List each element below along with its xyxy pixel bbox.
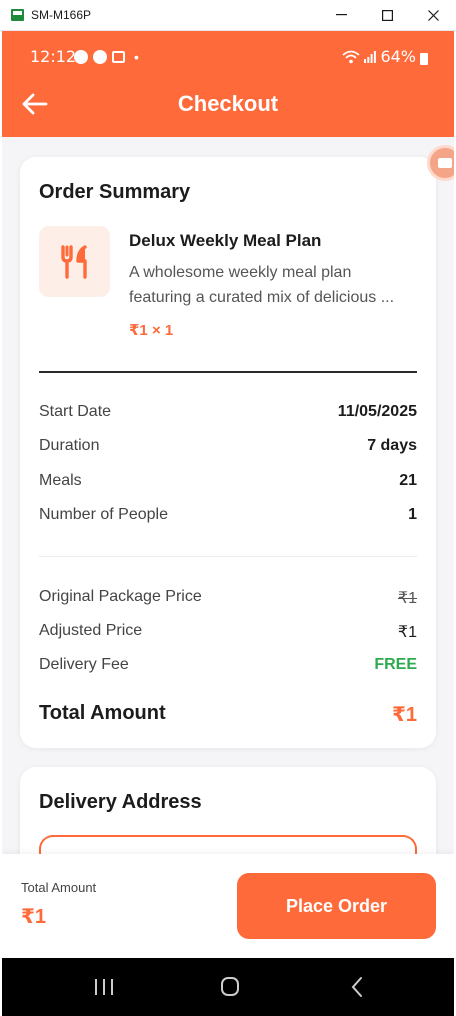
status-bar: 12:12 • 64%	[2, 45, 454, 69]
facebook-icon	[93, 50, 107, 64]
status-right: 64%	[342, 47, 428, 66]
detail-label: Duration	[39, 437, 100, 454]
signal-icon	[364, 50, 377, 63]
detail-row-meals: Meals 21	[39, 472, 417, 490]
gallery-icon	[112, 51, 125, 63]
page-title: Checkout	[177, 91, 279, 116]
meal-plan-price-qty: ₹1 × 1	[129, 322, 174, 339]
price-label: Original Package Price	[39, 588, 202, 605]
status-time: 12:12	[30, 47, 77, 66]
notification-icons: •	[74, 49, 139, 65]
divider	[39, 371, 417, 373]
minimize-button[interactable]	[318, 0, 364, 31]
meal-plan-name: Delux Weekly Meal Plan	[129, 231, 322, 250]
adjusted-price: ₹1	[397, 624, 417, 641]
window-title: SM-M166P	[31, 8, 92, 22]
detail-row-duration: Duration 7 days	[39, 437, 417, 455]
bottom-total-value: ₹1	[21, 906, 47, 928]
meal-plan-description-line: A wholesome weekly meal plan	[129, 264, 352, 281]
more-notifications-dot: •	[134, 49, 139, 65]
detail-row-start-date: Start Date 11/05/2025	[39, 403, 417, 421]
battery-percent: 64%	[380, 47, 416, 66]
facebook-icon	[74, 50, 88, 64]
app-icon	[11, 9, 24, 21]
price-label: Adjusted Price	[39, 622, 143, 639]
detail-value: 1	[408, 506, 417, 523]
price-row-adjusted: Adjusted Price ₹1	[39, 622, 417, 642]
meal-plan-thumbnail	[39, 226, 110, 297]
utensils-icon	[60, 244, 87, 279]
detail-label: Number of People	[39, 506, 168, 523]
phone-screen: 12:12 • 64% Checkout Order Summary Delux…	[2, 31, 454, 1016]
total-label: Total Amount	[39, 702, 166, 724]
detail-label: Meals	[39, 472, 82, 489]
delivery-address-title: Delivery Address	[39, 791, 202, 813]
maximize-button[interactable]	[364, 0, 410, 31]
recent-apps-icon[interactable]	[90, 976, 118, 998]
price-row-delivery: Delivery Fee FREE	[39, 656, 417, 674]
app-header: 12:12 • 64% Checkout	[2, 31, 454, 137]
back-nav-icon[interactable]	[344, 976, 372, 998]
total-value: ₹1	[391, 704, 417, 726]
price-row-original: Original Package Price ₹1	[39, 588, 417, 608]
wifi-icon	[342, 50, 361, 63]
delivery-fee: FREE	[374, 656, 417, 673]
checkout-bottom-bar: Total Amount ₹1 Place Order	[2, 854, 454, 958]
maximize-icon	[381, 9, 393, 21]
detail-value: 7 days	[367, 437, 417, 454]
place-order-button[interactable]: Place Order	[237, 873, 436, 939]
bottom-total-label: Total Amount	[21, 880, 97, 895]
close-button[interactable]	[410, 0, 456, 31]
order-summary-title: Order Summary	[39, 181, 191, 203]
meal-plan-description: A wholesome weekly meal plan featuring a…	[129, 260, 419, 310]
minimize-icon	[335, 14, 347, 16]
divider	[39, 556, 417, 557]
price-row-total: Total Amount ₹1	[39, 702, 417, 727]
detail-value: 11/05/2025	[337, 403, 417, 420]
order-summary-card: Order Summary Delux Weekly Meal Plan A w…	[20, 157, 436, 748]
price-label: Delivery Fee	[39, 656, 129, 673]
detail-row-people: Number of People 1	[39, 506, 417, 524]
battery-icon	[420, 52, 428, 65]
window-controls	[318, 0, 456, 31]
window-title-bar: SM-M166P	[0, 0, 456, 31]
detail-label: Start Date	[39, 403, 112, 420]
meal-plan-description-line: featuring a curated mix of delicious ...	[129, 289, 395, 306]
close-icon	[427, 9, 439, 21]
detail-value: 21	[399, 472, 417, 489]
screen: SM-M166P 12:12 • 64% Checkout Order Summ…	[0, 0, 456, 1016]
android-nav-bar	[2, 958, 454, 1016]
original-price: ₹1	[397, 590, 417, 607]
home-icon[interactable]	[216, 976, 244, 998]
